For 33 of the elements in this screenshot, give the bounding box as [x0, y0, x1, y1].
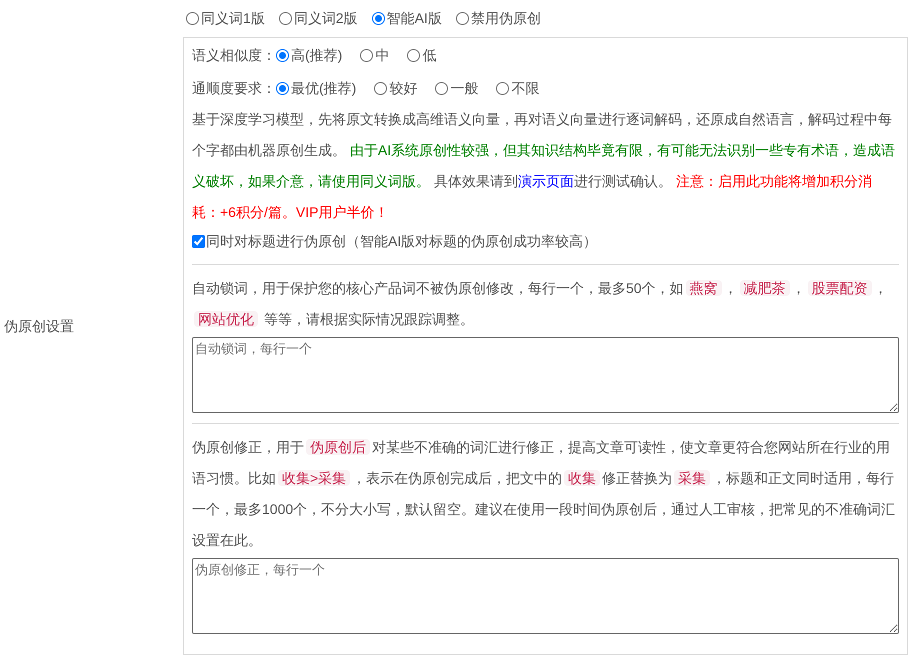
radio-button[interactable] — [435, 82, 448, 95]
title-checkbox-label[interactable]: 同时对标题进行伪原创（智能AI版对标题的伪原创成功率较高） — [206, 230, 598, 252]
radio-button[interactable] — [186, 12, 199, 25]
radio-button[interactable] — [278, 12, 292, 25]
title-checkbox[interactable] — [192, 234, 205, 248]
option-label[interactable]: 一般 — [450, 78, 478, 99]
text-area[interactable]: 自动锁词，每行一个 — [192, 337, 899, 413]
option-group-label: 通顺度要求： — [192, 79, 276, 98]
ai-mode-description: 基于深度学习模型，先将原文转换成高维语义向量，再对语义向量进行逐词解码，还原成自然语言，解码过程中每个字都由机器原创生成。 由于AI系统原创性较强，但其知识结构毕竟有限，有可能无法识别一些专有术语，造成语义破坏，如果介意，请使用同义词版。 具体效果请到演示页面进行测试确认。 注意：启用此功能将增加积分消耗：+6积分/篇。VIP用户半价！ — [192, 110, 896, 222]
option-label[interactable]: 不限 — [511, 78, 540, 99]
section-description: 自动锁词，用于保护您的核心产品词不被伪原创修改，每行一个，最多50个，如 燕窝 ， 减肥茶 ， 股票配资 ， 网站优化 等等，请根据实际情况跟踪调整。 — [192, 279, 889, 329]
mode-option-label[interactable]: 同义词1版 — [201, 8, 265, 29]
radio-button[interactable] — [456, 12, 469, 25]
section-description: 伪原创修正，用于 伪原创后 对某些不准确的词汇进行修正，提高文章可读性，使文章更符合您网站所在行业的用语习惯。比如 收集>采集 ，表示在伪原创完成后，把文中的 收集 修正替换为 采集 ，标题和正文同时适用，每行一个，最多1000个，不分大小写，默认留空。建议在使用一段时间伪原创后，通过人工审核，把常见的不准确词汇设置在此。 — [192, 438, 896, 550]
mode-option-label[interactable]: 禁用伪原创 — [470, 8, 541, 29]
radio-button[interactable] — [276, 82, 289, 95]
option-label[interactable]: 低 — [422, 45, 436, 66]
option-label[interactable]: 高(推荐) — [291, 45, 342, 66]
radio-button[interactable] — [407, 49, 420, 62]
radio-button[interactable] — [496, 82, 510, 95]
option-label[interactable]: 较好 — [389, 78, 418, 99]
radio-button[interactable] — [360, 49, 374, 62]
mode-option-label[interactable]: 智能AI版 — [386, 8, 442, 29]
option-label[interactable]: 最优(推荐) — [291, 78, 356, 99]
radio-button[interactable] — [372, 12, 385, 25]
radio-button[interactable] — [276, 49, 289, 62]
demo-page-link[interactable]: 演示页面 — [518, 173, 574, 189]
option-label[interactable]: 中 — [375, 45, 390, 66]
text-area[interactable]: 伪原创修正，每行一个 — [192, 558, 899, 634]
mode-option-label[interactable]: 同义词2版 — [294, 8, 358, 29]
option-group-label: 语义相似度： — [192, 46, 276, 65]
radio-button[interactable] — [374, 82, 388, 95]
settings-label: 伪原创设置 — [3, 317, 75, 336]
